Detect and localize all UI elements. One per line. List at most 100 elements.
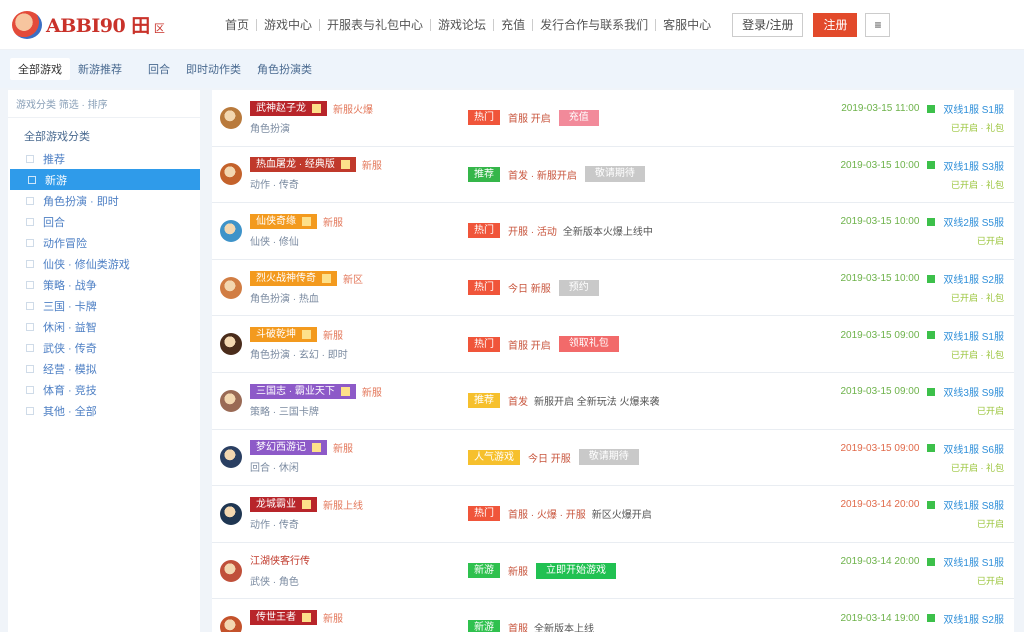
game-avatar[interactable] xyxy=(220,559,242,582)
sidebar-item[interactable]: 角色扮演 · 即时 xyxy=(8,190,200,211)
register-button[interactable]: 注册 xyxy=(813,12,858,37)
action-chip[interactable]: 领取礼包 xyxy=(558,336,619,353)
game-avatar[interactable] xyxy=(220,106,242,129)
server-name[interactable]: 双线2服 S5服 xyxy=(943,214,1004,229)
game-avatar[interactable] xyxy=(220,616,242,632)
game-row[interactable]: 江湖侠客行传 武侠 · 角色 新游 新服 立即开始游戏 2019-03-14 20:00 双… xyxy=(212,543,1014,600)
action-chip[interactable]: 敬请期待 xyxy=(584,166,645,183)
server-name[interactable]: 双线1服 S3服 xyxy=(943,158,1004,173)
game-name-tag[interactable]: 三国志 · 霸业天下 xyxy=(250,383,356,399)
server-name[interactable]: 双线1服 S2服 xyxy=(943,611,1004,626)
game-status-area: 热门 首服 · 火爆 · 开服 新区火爆开启 xyxy=(468,506,798,522)
nav-item-cooperation[interactable]: 发行合作与联系我们 xyxy=(533,16,655,33)
sidebar-item[interactable]: 新游 xyxy=(10,169,200,190)
sidebar-item[interactable]: 武侠 · 传奇 xyxy=(8,337,200,358)
game-name-tag[interactable]: 江湖侠客行传 xyxy=(250,553,316,569)
server-name[interactable]: 双线1服 S1服 xyxy=(943,328,1004,343)
game-name-tag[interactable]: 斗破乾坤 xyxy=(250,327,317,343)
server-note: 首服 · 火爆 · 开服 xyxy=(508,510,586,522)
server-name[interactable]: 双线1服 S2服 xyxy=(943,271,1004,286)
sidebar-item-label: 武侠 · 传奇 xyxy=(43,342,97,355)
sidebar-item[interactable]: 休闲 · 益智 xyxy=(8,316,200,337)
tag-square-icon xyxy=(302,330,311,340)
game-row[interactable]: 仙侠奇缘 新服 仙侠 · 修仙 热门 开服 · 活动 全新版本火爆上线中 2019-03-1… xyxy=(212,203,1014,260)
sidebar-item-label: 休闲 · 益智 xyxy=(43,321,97,334)
sidebar-item[interactable]: 其他 · 全部 xyxy=(8,400,200,421)
server-status: 已开启 xyxy=(798,404,1004,417)
game-avatar[interactable] xyxy=(220,276,242,299)
game-row[interactable]: 武神赵子龙 新服火爆 角色扮演 热门 首服 开启 充值 2019-03-15 11:00 双线… xyxy=(212,90,1014,147)
game-name-tag[interactable]: 烈火战神传奇 xyxy=(250,270,337,286)
game-info: 仙侠奇缘 新服 仙侠 · 修仙 xyxy=(250,213,468,248)
level-badge: 热门 xyxy=(468,110,500,126)
game-row[interactable]: 三国志 · 霸业天下 新服 策略 · 三国卡牌 推荐 首发 新服开启 全新玩法 火爆来袭 2… xyxy=(212,373,1014,430)
game-row[interactable]: 热血屠龙 · 经典版 新服 动作 · 传奇 推荐 首发 · 新服开启 敬请期待 2019-0… xyxy=(212,147,1014,204)
sidebar-item-label: 推荐 xyxy=(43,153,65,166)
game-row[interactable]: 传世王者新服传奇新游首服全新版本上线2019-03-14 19:00双线1服 S… xyxy=(212,599,1014,632)
subtab-all[interactable]: 全部游戏 xyxy=(10,58,70,80)
nav-item-games[interactable]: 游戏中心 xyxy=(257,16,319,33)
game-avatar[interactable] xyxy=(220,219,242,242)
game-row[interactable]: 斗破乾坤 新服 角色扮演 · 玄幻 · 即时 热门 首服 开启 领取礼包 2019-03-1… xyxy=(212,316,1014,373)
sidebar-item[interactable]: 推荐 xyxy=(8,148,200,169)
game-name-tag[interactable]: 热血屠龙 · 经典版 xyxy=(250,157,356,173)
site-logo[interactable]: ABBI90 田 区 xyxy=(12,10,202,39)
tag-square-icon xyxy=(302,216,311,226)
game-name-tag[interactable]: 龙城霸业 xyxy=(250,496,317,512)
server-name[interactable]: 双线3服 S9服 xyxy=(943,384,1004,399)
server-line: 2019-03-14 20:00 双线1服 S8服 xyxy=(798,497,1004,512)
sidebar-item[interactable]: 体育 · 竞技 xyxy=(8,379,200,400)
game-avatar[interactable] xyxy=(220,389,242,412)
status-text: 已开启 xyxy=(976,519,1004,530)
tag-square-icon xyxy=(340,160,350,170)
sidebar-item[interactable]: 回合 xyxy=(8,211,200,232)
action-chip[interactable]: 敬请期待 xyxy=(578,449,639,466)
server-name[interactable]: 双线1服 S1服 xyxy=(943,554,1004,569)
game-status-area: 新游 首服 全新版本上线 xyxy=(468,619,798,632)
sidebar-item[interactable]: 策略 · 战争 xyxy=(8,274,200,295)
status-dot-icon xyxy=(927,104,936,113)
nav-item-forum[interactable]: 游戏论坛 xyxy=(431,16,493,33)
game-avatar[interactable] xyxy=(220,333,242,356)
checkbox-icon xyxy=(26,217,34,226)
open-date: 2019-03-14 19:00 xyxy=(840,612,920,624)
game-name-tag[interactable]: 梦幻西游记 xyxy=(250,440,327,456)
game-row[interactable]: 烈火战神传奇 新区 角色扮演 · 热血 热门 今日 新服 预约 2019-03-15 10:… xyxy=(212,260,1014,317)
nav-item-recharge[interactable]: 充值 xyxy=(494,16,532,33)
game-row[interactable]: 龙城霸业 新服上线 动作 · 传奇 热门 首服 · 火爆 · 开服 新区火爆开启 2019-… xyxy=(212,486,1014,543)
nav-item-servers[interactable]: 开服表与礼包中心 xyxy=(320,16,430,33)
action-chip[interactable]: 立即开始游戏 xyxy=(536,562,616,579)
subtab-action[interactable]: 即时动作类 xyxy=(178,58,249,80)
login-button[interactable]: 登录/注册 xyxy=(732,12,804,37)
game-info: 热血屠龙 · 经典版 新服 动作 · 传奇 xyxy=(250,157,468,191)
game-status-area: 热门 首服 开启 充值 xyxy=(468,109,798,126)
sidebar-item[interactable]: 仙侠 · 修仙类游戏 xyxy=(8,253,200,274)
game-name-tag[interactable]: 仙侠奇缘 xyxy=(250,213,317,229)
game-name-tag[interactable]: 武神赵子龙 xyxy=(250,100,327,116)
sidebar-item[interactable]: 经营 · 模拟 xyxy=(8,358,200,379)
nav-item-service[interactable]: 客服中心 xyxy=(656,16,718,33)
action-chip[interactable]: 预约 xyxy=(558,279,599,296)
sidebar-item[interactable]: 三国 · 卡牌 xyxy=(8,295,200,316)
server-name[interactable]: 双线1服 S8服 xyxy=(943,497,1004,512)
game-avatar[interactable] xyxy=(220,446,242,469)
server-status: 已开启 · 礼包 xyxy=(798,348,1004,361)
nav-item-home[interactable]: 首页 xyxy=(218,16,256,33)
menu-button[interactable]: ≡ xyxy=(865,12,891,37)
subtab-turn[interactable]: 回合 xyxy=(140,58,178,80)
level-badge: 热门 xyxy=(468,506,500,522)
game-status-area: 人气游戏 今日 开服 敬请期待 xyxy=(468,449,798,466)
game-row[interactable]: 梦幻西游记 新服 回合 · 休闲 人气游戏 今日 开服 敬请期待 2019-03-15 09… xyxy=(212,430,1014,487)
server-name[interactable]: 双线1服 S6服 xyxy=(943,441,1004,456)
game-avatar[interactable] xyxy=(220,502,242,525)
server-name[interactable]: 双线1服 S1服 xyxy=(943,101,1004,116)
game-avatar[interactable] xyxy=(220,163,242,186)
subtab-rpg[interactable]: 角色扮演类 xyxy=(249,58,320,80)
action-chip[interactable]: 充值 xyxy=(558,109,599,126)
game-name-tag[interactable]: 传世王者 xyxy=(250,610,317,626)
sidebar-item[interactable]: 动作冒险 xyxy=(8,232,200,253)
game-genre: 角色扮演 · 玄幻 · 即时 xyxy=(250,350,348,362)
sidebar-title[interactable]: 全部游戏分类 xyxy=(8,118,200,148)
subtab-new[interactable]: 新游推荐 xyxy=(70,58,130,80)
server-note: 首服 开启 xyxy=(508,340,551,352)
